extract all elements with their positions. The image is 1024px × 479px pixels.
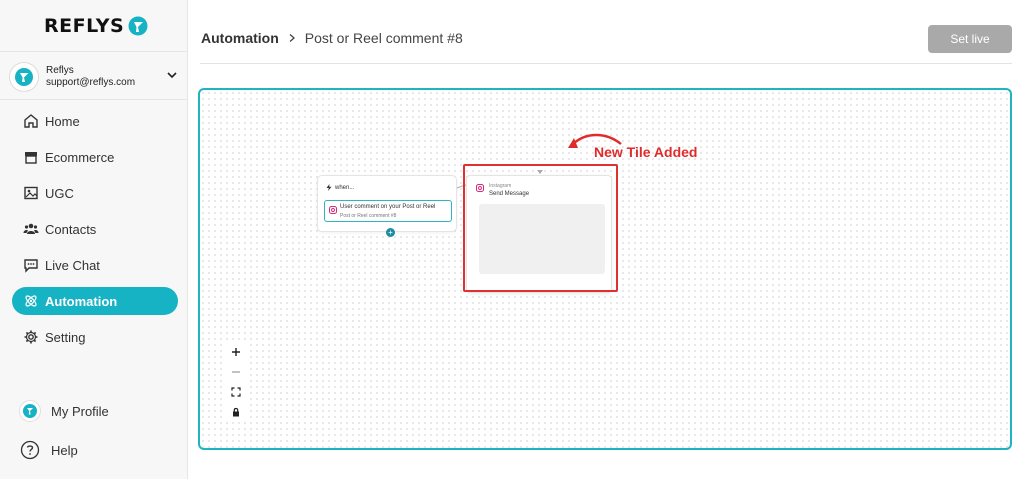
sidebar-item-contacts[interactable]: Contacts [12, 215, 178, 243]
logo-mark-icon [128, 16, 148, 36]
minus-icon [232, 371, 240, 373]
sidebar-divider [0, 51, 188, 52]
chevron-down-icon[interactable] [166, 69, 178, 81]
sidebar-item-automation[interactable]: Automation [12, 287, 178, 315]
image-icon [24, 186, 38, 200]
brand-name: REFLYS [44, 15, 125, 37]
sidebar-item-label: Live Chat [45, 257, 100, 273]
sidebar-item-label: Help [51, 442, 78, 458]
trigger-card[interactable]: User comment on your Post or Reel Post o… [324, 200, 452, 222]
atom-icon [25, 295, 37, 307]
account-name: Reflys [46, 65, 74, 76]
automation-canvas[interactable]: when... User comment on your Post or Ree… [198, 88, 1012, 450]
breadcrumb-current: Post or Reel comment #8 [304, 30, 463, 46]
brand-logo[interactable]: REFLYS [44, 14, 148, 38]
sidebar-divider [0, 99, 188, 100]
sidebar-item-label: Automation [45, 293, 118, 309]
zoom-controls [225, 342, 247, 422]
set-live-button[interactable]: Set live [928, 25, 1012, 53]
fit-screen-icon [231, 387, 241, 397]
page-header: Automation Post or Reel comment #8 Set l… [188, 0, 1024, 64]
profile-icon [19, 400, 41, 422]
sidebar-item-home[interactable]: Home [12, 107, 178, 135]
sidebar-nav: Home Ecommerce UGC Contacts Live Chat Au… [12, 107, 178, 359]
sidebar: REFLYS Reflys support@reflys.com Home Ec… [0, 0, 188, 479]
store-icon [25, 152, 37, 164]
trigger-subtitle: Post or Reel comment #8 [340, 213, 397, 219]
breadcrumb-root[interactable]: Automation [201, 30, 279, 46]
sidebar-item-help[interactable]: Help [18, 435, 178, 465]
brand-avatar-icon [15, 68, 33, 86]
sidebar-item-my-profile[interactable]: My Profile [18, 396, 178, 426]
trigger-node-title: when... [335, 184, 355, 191]
sidebar-item-ugc[interactable]: UGC [12, 179, 178, 207]
trigger-node-header: when... [326, 184, 354, 191]
add-step-handle[interactable]: + [386, 228, 395, 237]
avatar [10, 63, 38, 91]
chat-icon [24, 259, 38, 273]
instagram-icon [329, 206, 337, 214]
sidebar-item-label: Home [45, 113, 80, 129]
lock-button[interactable] [225, 402, 247, 422]
trigger-title: User comment on your Post or Reel [340, 204, 436, 210]
sidebar-item-label: Ecommerce [45, 149, 115, 165]
bolt-icon [326, 184, 332, 191]
account-email: support@reflys.com [46, 77, 136, 88]
zoom-out-button[interactable] [225, 362, 247, 382]
lock-icon [233, 407, 239, 417]
plus-icon [232, 348, 240, 356]
account-switcher[interactable]: Reflys support@reflys.com [10, 60, 182, 94]
sidebar-item-setting[interactable]: Setting [12, 323, 178, 351]
new-tile-highlight [463, 164, 618, 292]
zoom-in-button[interactable] [225, 342, 247, 362]
sidebar-item-label: Setting [45, 329, 86, 345]
sidebar-item-live-chat[interactable]: Live Chat [12, 251, 178, 279]
sidebar-item-ecommerce[interactable]: Ecommerce [12, 143, 178, 171]
new-tile-annotation: New Tile Added [594, 144, 698, 160]
header-divider [200, 63, 1012, 64]
home-icon [24, 114, 38, 128]
breadcrumb: Automation Post or Reel comment #8 [201, 30, 463, 46]
help-icon [20, 440, 40, 460]
sidebar-item-label: UGC [45, 185, 74, 201]
sidebar-item-label: Contacts [45, 221, 97, 237]
chevron-right-icon [289, 34, 295, 42]
fit-view-button[interactable] [225, 382, 247, 402]
trigger-node[interactable]: when... User comment on your Post or Ree… [317, 175, 457, 232]
gear-icon [24, 330, 38, 344]
sidebar-item-label: My Profile [51, 403, 109, 419]
sidebar-bottom-nav: My Profile Help [18, 396, 178, 474]
users-icon [23, 223, 39, 234]
